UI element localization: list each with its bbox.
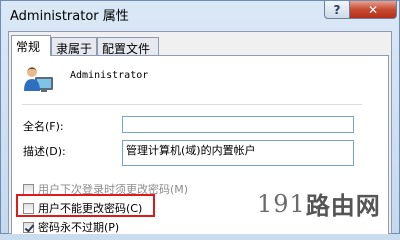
must-change-password-checkbox[interactable] bbox=[23, 183, 34, 195]
password-never-expires-checkbox[interactable] bbox=[23, 221, 34, 233]
highlight-box bbox=[16, 194, 155, 217]
tab-profile[interactable]: 配置文件 bbox=[97, 37, 159, 56]
user-icon bbox=[24, 67, 53, 92]
close-icon: ✕ bbox=[367, 2, 379, 17]
window-title: Administrator 属性 bbox=[10, 9, 129, 24]
tab-general[interactable]: 常规 bbox=[11, 35, 51, 56]
watermark: 191 路由网 bbox=[257, 186, 381, 221]
watermark-text: 路由网 bbox=[305, 192, 381, 220]
full-name-label: 全名(F): bbox=[23, 120, 64, 133]
tab-member-of[interactable]: 隶属于 bbox=[51, 37, 97, 56]
close-button[interactable]: ✕ bbox=[349, 1, 397, 19]
password-never-expires-option[interactable]: 密码永不过期(P) bbox=[23, 219, 119, 235]
watermark-number: 191 bbox=[257, 189, 306, 218]
description-label: 描述(D): bbox=[23, 145, 66, 158]
help-button[interactable]: ? bbox=[324, 1, 350, 19]
password-never-expires-label: 密码永不过期(P) bbox=[38, 221, 120, 234]
title-bar[interactable]: Administrator 属性 ? ✕ bbox=[1, 1, 399, 27]
username: Administrator bbox=[70, 70, 149, 81]
full-name-input[interactable] bbox=[122, 116, 354, 133]
divider bbox=[22, 104, 362, 105]
description-input[interactable]: 管理计算机(域)的内置帐户 bbox=[122, 140, 354, 166]
